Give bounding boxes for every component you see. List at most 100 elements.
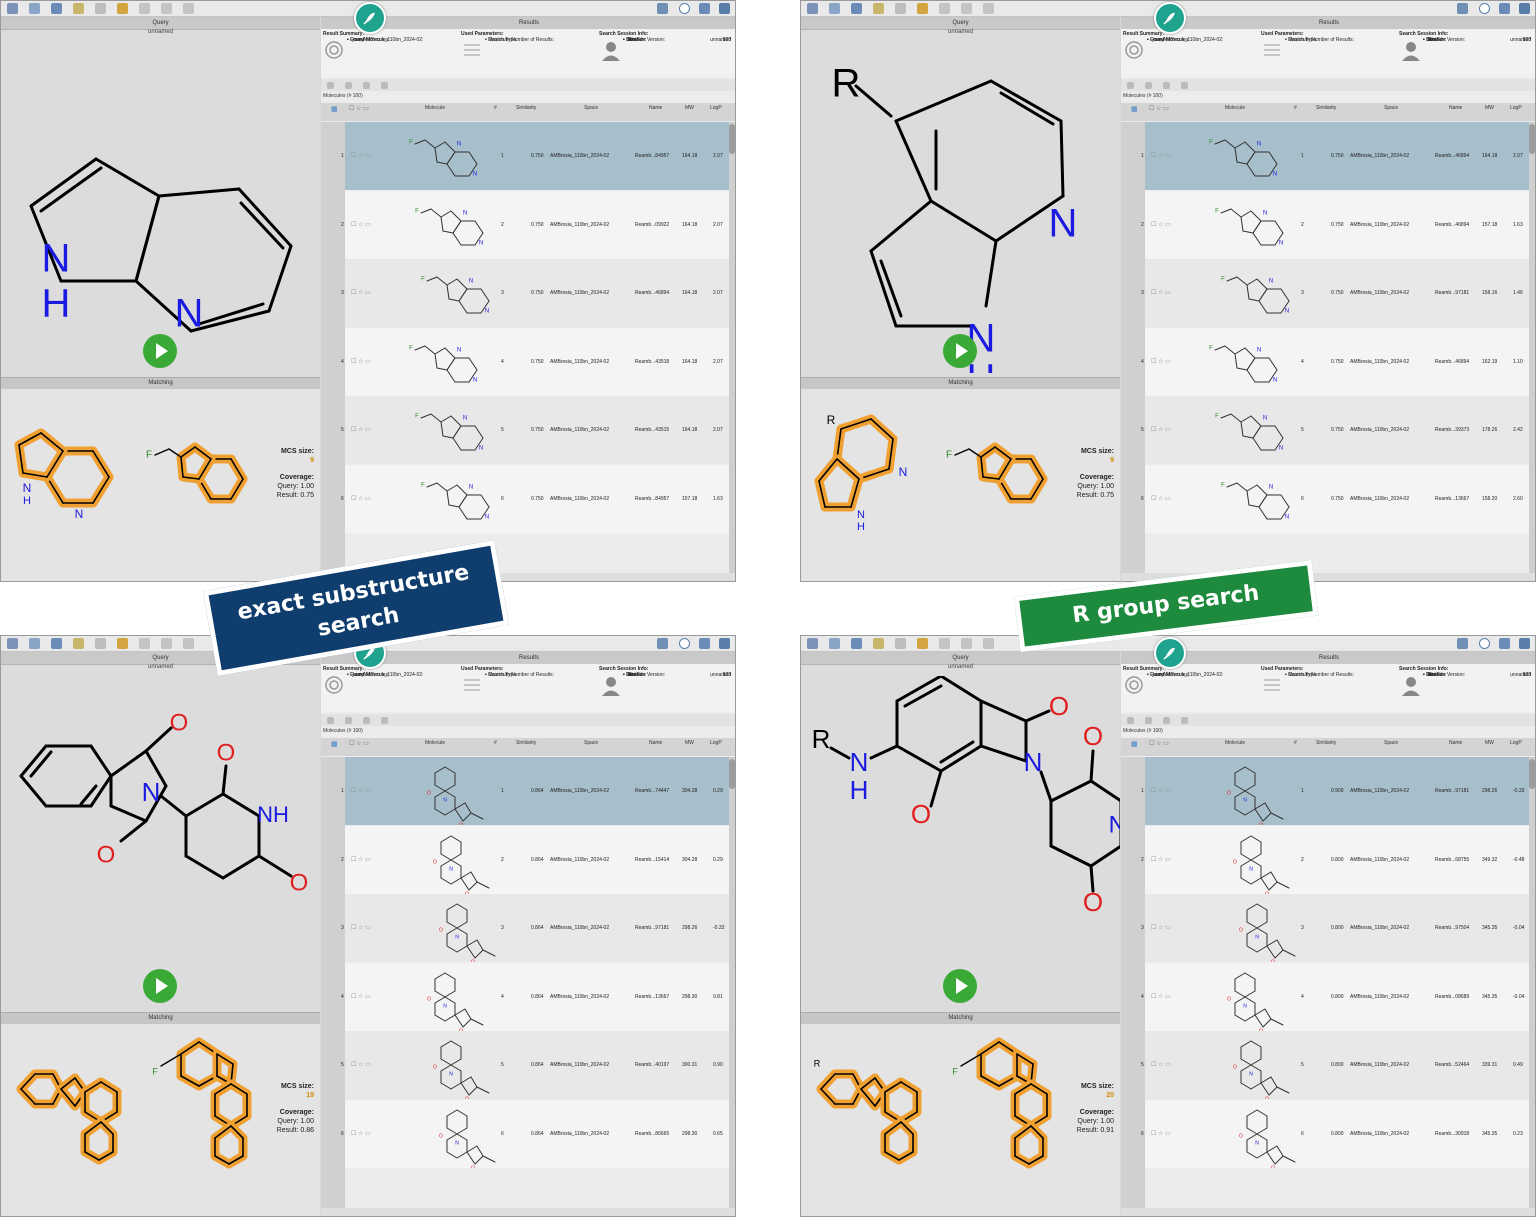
copy-icon[interactable]	[363, 82, 370, 89]
undo-icon[interactable]	[917, 3, 928, 14]
horizontal-scrollbar[interactable]	[321, 1208, 735, 1216]
table-row[interactable]: 2 ☐ ☆ ▭ 2 0.864 AMBrosia_110bn_2024-02 R…	[341, 825, 729, 894]
filter-icon[interactable]	[327, 717, 334, 724]
query-molecule-canvas[interactable]: RNNH	[801, 41, 1120, 401]
col-number[interactable]: #	[494, 740, 497, 746]
checkbox-header-icon[interactable]: ☐ ☆ ▭	[1149, 740, 1169, 747]
copy-icon[interactable]	[1163, 82, 1170, 89]
col-number[interactable]: #	[494, 105, 497, 111]
account-icon[interactable]	[719, 3, 730, 14]
help-icon[interactable]	[1479, 3, 1490, 14]
checkbox-header-icon[interactable]: ☐ ☆ ▭	[349, 105, 369, 112]
query-molecule-canvas[interactable]: O O N O O NH	[1, 676, 320, 1008]
scroll-thumb[interactable]	[729, 124, 735, 154]
col-logp[interactable]: LogP	[1510, 105, 1522, 111]
image-icon[interactable]	[51, 638, 62, 649]
stop-icon[interactable]	[961, 638, 972, 649]
table-row[interactable]: 3 ☐ ☆ ▭ 3 0.750 AMBrosia_110bn_2024-02 R…	[1141, 259, 1529, 327]
table-row[interactable]: 1 ☐ ☆ ▭ 1 0.864 AMBrosia_110bn_2024-02 R…	[341, 757, 729, 825]
add-molecule-icon[interactable]	[873, 3, 884, 14]
col-name[interactable]: Name	[1449, 740, 1462, 746]
connect-icon[interactable]	[657, 638, 668, 649]
image-icon[interactable]	[851, 638, 862, 649]
text-tool-icon[interactable]	[29, 638, 40, 649]
table-row[interactable]: 2 ☐ ☆ ▭ 2 0.800 AMBrosia_110bn_2024-02 R…	[1141, 825, 1529, 894]
run-search-button[interactable]	[142, 333, 178, 369]
run-search-button[interactable]	[142, 968, 178, 1004]
col-similarity[interactable]: Similarity	[516, 105, 536, 111]
col-similarity[interactable]: Similarity	[1316, 105, 1336, 111]
new-document-icon[interactable]	[7, 638, 18, 649]
text-tool-icon[interactable]	[829, 3, 840, 14]
circle-tool-icon[interactable]	[139, 3, 150, 14]
table-row[interactable]: 3 ☐ ☆ ▭ 3 0.800 AMBrosia_110bn_2024-02 R…	[1141, 894, 1529, 962]
table-row[interactable]: 3 ☐ ☆ ▭ 3 0.864 AMBrosia_110bn_2024-02 R…	[341, 894, 729, 962]
table-row[interactable]: 4 ☐ ☆ ▭ 4 0.750 AMBrosia_110bn_2024-02 R…	[1141, 327, 1529, 396]
table-row[interactable]: 2 ☐ ☆ ▭ 2 0.750 AMBrosia_110bn_2024-02 R…	[341, 190, 729, 259]
table-row[interactable]: 5 ☐ ☆ ▭ 5 0.750 AMBrosia_110bn_2024-02 R…	[1141, 396, 1529, 464]
delete-icon[interactable]	[1181, 717, 1188, 724]
list-icon[interactable]	[95, 638, 106, 649]
help-icon[interactable]	[679, 3, 690, 14]
settings-icon[interactable]	[699, 3, 710, 14]
image-icon[interactable]	[51, 3, 62, 14]
col-molecule[interactable]: Molecule	[1225, 105, 1245, 111]
table-row[interactable]: 1 ☐ ☆ ▭ 1 0.909 AMBrosia_110bn_2024-02 R…	[1141, 757, 1529, 825]
query-molecule-canvas[interactable]: NHN	[1, 41, 320, 373]
table-row[interactable]: 4 ☐ ☆ ▭ 4 0.800 AMBrosia_110bn_2024-02 R…	[1141, 962, 1529, 1031]
export-icon[interactable]	[1145, 717, 1152, 724]
copy-icon[interactable]	[363, 717, 370, 724]
col-number[interactable]: #	[1294, 740, 1297, 746]
col-mw[interactable]: MW	[685, 105, 694, 111]
circle-tool-icon[interactable]	[139, 638, 150, 649]
account-icon[interactable]	[1519, 3, 1530, 14]
export-icon[interactable]	[345, 717, 352, 724]
vertical-scrollbar[interactable]	[729, 757, 735, 1209]
account-icon[interactable]	[1519, 638, 1530, 649]
list-icon[interactable]	[95, 3, 106, 14]
text-tool-icon[interactable]	[29, 3, 40, 14]
undo-icon[interactable]	[117, 638, 128, 649]
stop-icon[interactable]	[161, 3, 172, 14]
table-row[interactable]: 4 ☐ ☆ ▭ 4 0.864 AMBrosia_110bn_2024-02 R…	[341, 962, 729, 1031]
col-logp[interactable]: LogP	[710, 105, 722, 111]
stop-icon[interactable]	[161, 638, 172, 649]
col-molecule[interactable]: Molecule	[1225, 740, 1245, 746]
text-tool-icon[interactable]	[829, 638, 840, 649]
cancel-icon[interactable]	[183, 3, 194, 14]
select-all-icon[interactable]: ▦	[331, 105, 338, 113]
col-similarity[interactable]: Similarity	[1316, 740, 1336, 746]
col-logp[interactable]: LogP	[710, 740, 722, 746]
table-row[interactable]: 6 ☐ ☆ ▭ 6 0.750 AMBrosia_110bn_2024-02 R…	[1141, 464, 1529, 533]
new-document-icon[interactable]	[7, 3, 18, 14]
table-row[interactable]: 1 ☐ ☆ ▭ 1 0.750 AMBrosia_110bn_2024-02 R…	[341, 122, 729, 190]
vertical-scrollbar[interactable]	[1529, 757, 1535, 1209]
scroll-thumb[interactable]	[729, 759, 735, 789]
vertical-scrollbar[interactable]	[729, 122, 735, 574]
account-icon[interactable]	[719, 638, 730, 649]
delete-icon[interactable]	[1181, 82, 1188, 89]
export-icon[interactable]	[1145, 82, 1152, 89]
delete-icon[interactable]	[381, 82, 388, 89]
col-space[interactable]: Space	[1384, 105, 1398, 111]
add-molecule-icon[interactable]	[73, 3, 84, 14]
add-molecule-icon[interactable]	[873, 638, 884, 649]
settings-icon[interactable]	[1499, 638, 1510, 649]
filter-icon[interactable]	[1127, 82, 1134, 89]
col-space[interactable]: Space	[584, 740, 598, 746]
new-document-icon[interactable]	[807, 638, 818, 649]
col-mw[interactable]: MW	[685, 740, 694, 746]
col-space[interactable]: Space	[1384, 740, 1398, 746]
list-icon[interactable]	[895, 638, 906, 649]
col-molecule[interactable]: Molecule	[425, 105, 445, 111]
col-number[interactable]: #	[1294, 105, 1297, 111]
table-row[interactable]: 5 ☐ ☆ ▭ 5 0.750 AMBrosia_110bn_2024-02 R…	[341, 396, 729, 464]
table-row[interactable]: 5 ☐ ☆ ▭ 5 0.864 AMBrosia_110bn_2024-02 R…	[341, 1031, 729, 1099]
filter-icon[interactable]	[1127, 717, 1134, 724]
new-document-icon[interactable]	[807, 3, 818, 14]
col-molecule[interactable]: Molecule	[425, 740, 445, 746]
horizontal-scrollbar[interactable]	[1121, 1208, 1535, 1216]
settings-icon[interactable]	[1499, 3, 1510, 14]
filter-icon[interactable]	[327, 82, 334, 89]
checkbox-header-icon[interactable]: ☐ ☆ ▭	[1149, 105, 1169, 112]
